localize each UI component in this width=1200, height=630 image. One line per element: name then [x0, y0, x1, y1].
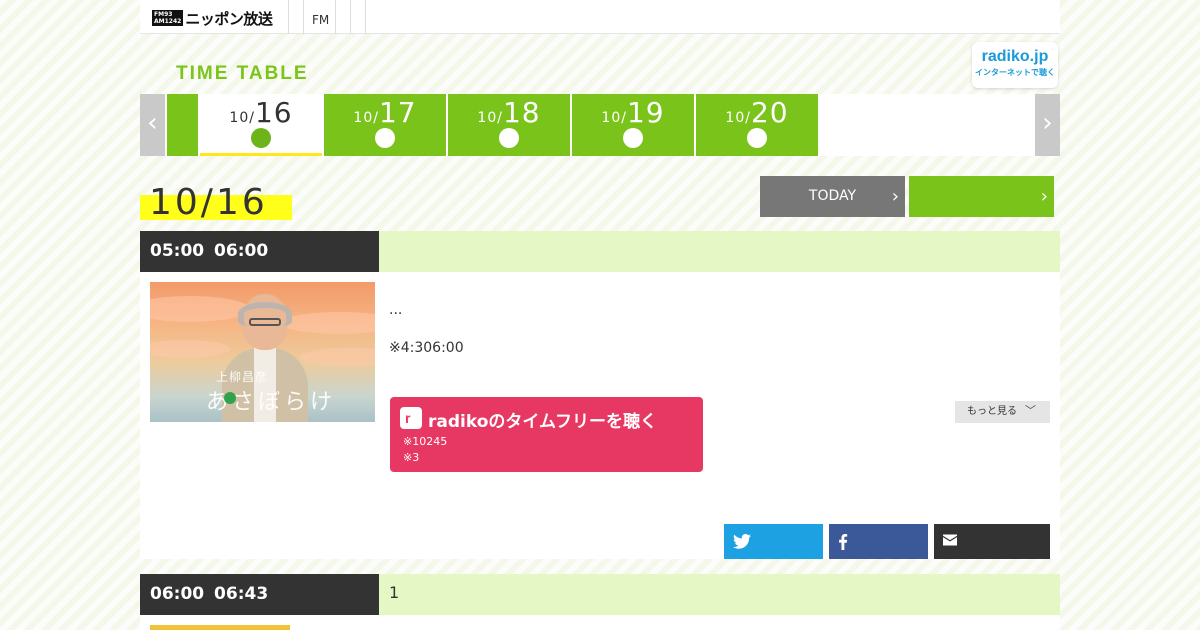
current-date-heading: 10/16	[140, 182, 292, 223]
header-divider	[288, 0, 289, 34]
date-tab[interactable]: 10/19	[572, 94, 694, 156]
date-tab-day: 17	[378, 96, 417, 129]
thumbnail-cloud	[300, 348, 375, 366]
facebook-icon	[839, 534, 848, 550]
show-more-button[interactable]: もっと見る ﹀	[955, 401, 1050, 423]
header-divider	[365, 0, 366, 34]
header-divider	[335, 0, 336, 34]
date-tab-label: 10/16	[200, 96, 322, 129]
logo-badge: FM93 AM1242	[152, 10, 184, 26]
program-airtime-note: ※4:306:00	[389, 340, 464, 356]
radiko-badge-subtitle: インターネットで聴く	[975, 68, 1055, 77]
radiko-badge-title: radiko.jp	[981, 48, 1049, 65]
next-day-button[interactable]: ›	[909, 176, 1054, 217]
thumbnail-caption-host: 上柳昌彦	[216, 370, 269, 384]
program-header[interactable]: 06:00 06:43 1	[140, 574, 1060, 615]
date-tab-day: 16	[254, 96, 293, 129]
radiko-button-label: radikoのタイムフリーを聴く	[428, 412, 658, 432]
date-tab[interactable]: 10/16	[200, 94, 322, 156]
date-tab-list: 10/16 10/17 10/18 10/19 10/20	[200, 94, 818, 156]
date-tab-month: 10/	[353, 110, 379, 126]
timetable-title: TIME TABLE	[176, 63, 309, 84]
current-date-text: 10/16	[149, 182, 268, 223]
date-tab[interactable]: 10/20	[696, 94, 818, 156]
date-tab-label: 10/17	[324, 96, 446, 129]
thumbnail-cloud	[150, 340, 230, 358]
radiko-icon: r	[400, 407, 422, 429]
logo-badge-top: FM93	[154, 11, 173, 18]
thumbnail-dot-icon	[224, 392, 236, 404]
logo-badge-bottom: AM1242	[154, 18, 182, 25]
date-indicator-icon	[747, 128, 767, 148]
today-button[interactable]: TODAY ›	[760, 176, 905, 217]
chevron-right-icon: ›	[1042, 108, 1053, 138]
radiko-note: ※3	[403, 451, 420, 464]
mail-icon	[943, 534, 957, 546]
date-tab-label: 10/18	[448, 96, 570, 129]
date-tab[interactable]: 10/18	[448, 94, 570, 156]
date-indicator-icon	[623, 128, 643, 148]
program-description: ...	[389, 302, 403, 318]
twitter-icon	[733, 534, 751, 549]
chevron-left-icon: ‹	[147, 108, 158, 138]
host-glasses	[249, 318, 281, 326]
prev-date-arrow[interactable]: ‹	[140, 94, 165, 156]
logo-text: ニッポン放送	[185, 9, 273, 28]
nav-tab-fm[interactable]: FM	[312, 13, 329, 27]
station-logo[interactable]: FM93 AM1242 ニッポン放送	[152, 9, 273, 28]
show-more-label: もっと見る	[967, 406, 1017, 417]
header-divider	[350, 0, 351, 34]
date-tab-month: 10/	[477, 110, 503, 126]
radiko-note: ※10245	[403, 435, 448, 448]
date-tab-label: 10/20	[696, 96, 818, 129]
header-divider	[303, 0, 304, 34]
date-tab-month: 10/	[229, 110, 255, 126]
page: FM93 AM1242 ニッポン放送 FM TIME TABLE radiko.…	[140, 0, 1060, 630]
date-tab[interactable]: 10/17	[324, 94, 446, 156]
program-thumbnail[interactable]	[150, 625, 290, 630]
date-indicator-icon	[375, 128, 395, 148]
date-indicator-icon	[251, 128, 271, 148]
program-time: 06:00 06:43	[140, 574, 379, 615]
radiko-timefree-button[interactable]: r radikoのタイムフリーを聴く ※10245 ※3	[390, 397, 703, 472]
today-button-label: TODAY	[808, 188, 857, 204]
chevron-right-icon: ›	[1040, 186, 1048, 207]
program-thumbnail[interactable]: 上柳昌彦 あさぼらけ	[150, 282, 375, 422]
date-tab-day: 20	[750, 96, 789, 129]
chevron-down-icon: ﹀	[1025, 404, 1036, 417]
program-detail: 上柳昌彦 あさぼらけ ... ※4:306:00 r radikoのタイムフリー…	[140, 272, 1060, 559]
date-selector: ‹ 10/16 10/17 10/18 10/19 10/20 ›	[140, 94, 1060, 156]
twitter-share-button[interactable]	[724, 524, 823, 559]
next-date-arrow[interactable]: ›	[1035, 94, 1060, 156]
program-detail	[140, 615, 1060, 630]
email-share-button[interactable]	[934, 524, 1050, 559]
site-header: FM93 AM1242 ニッポン放送 FM	[140, 0, 1060, 34]
date-tab-month: 10/	[725, 110, 751, 126]
date-tab-month: 10/	[601, 110, 627, 126]
date-tab-day: 19	[626, 96, 665, 129]
radiko-link-badge[interactable]: radiko.jp インターネットで聴く	[972, 42, 1058, 88]
date-indicator-icon	[499, 128, 519, 148]
date-tab-day: 18	[502, 96, 541, 129]
date-tab-previous[interactable]	[167, 94, 198, 156]
program-header[interactable]: 05:00 06:00	[140, 231, 1060, 272]
program-title: 1	[389, 583, 400, 602]
chevron-right-icon: ›	[891, 186, 899, 207]
facebook-share-button[interactable]	[829, 524, 928, 559]
date-tab-label: 10/19	[572, 96, 694, 129]
program-time: 05:00 06:00	[140, 231, 379, 272]
